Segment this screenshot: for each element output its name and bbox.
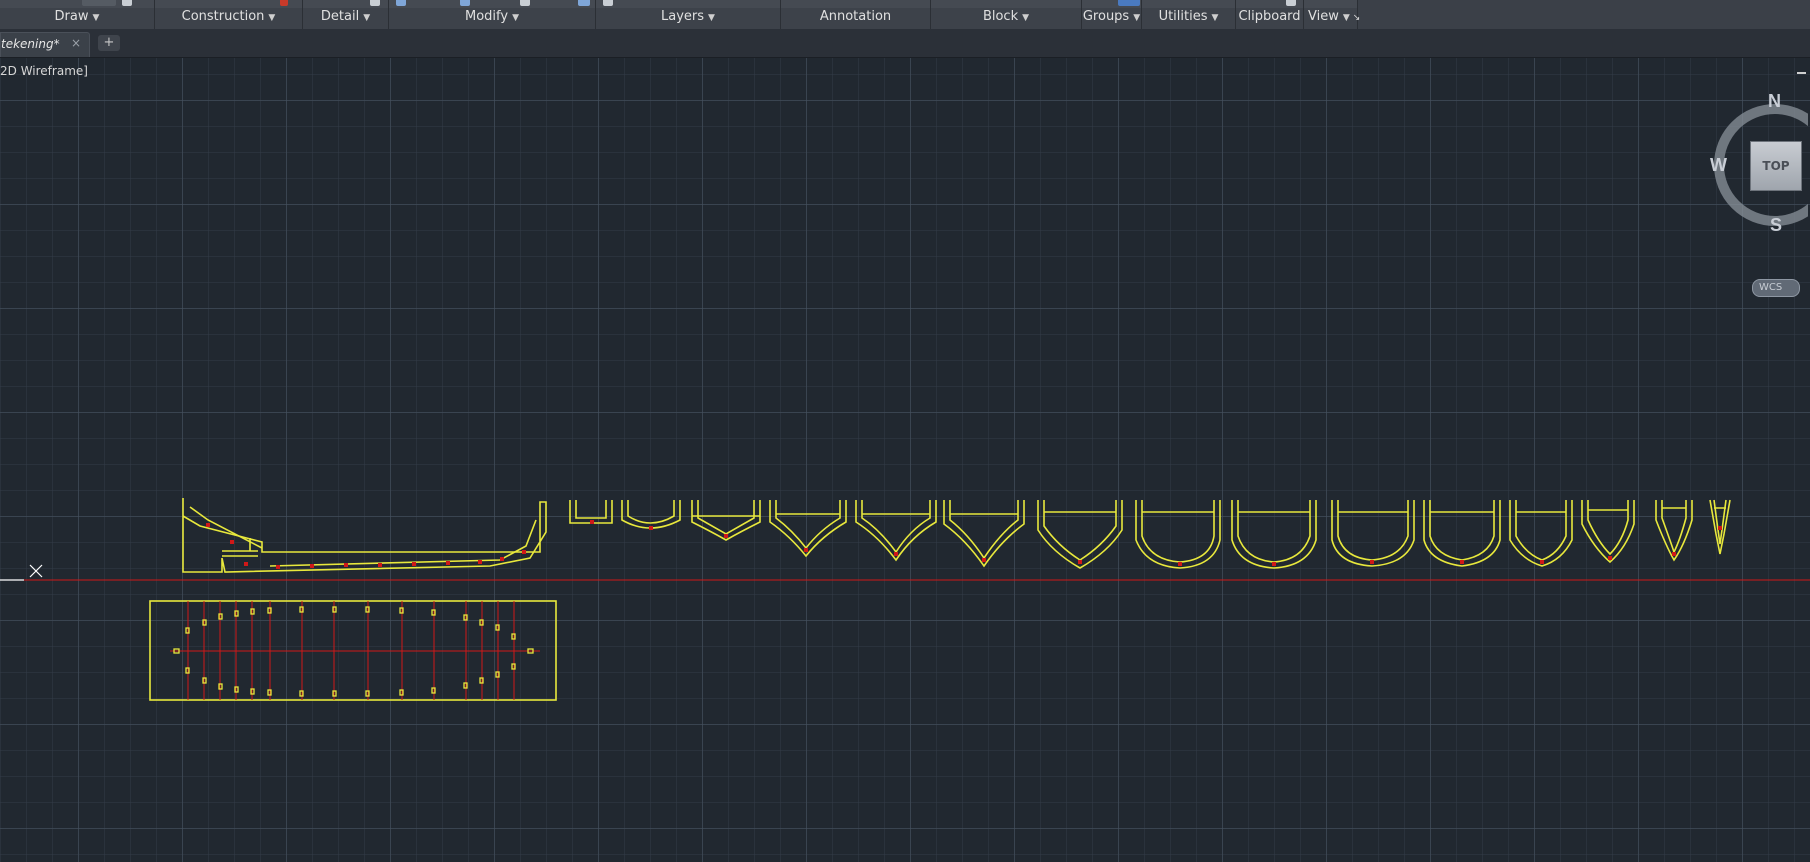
document-tab-label: tekening* — [1, 37, 60, 51]
panel-modify-label: Modify — [465, 9, 509, 24]
tool-icon-stub[interactable] — [370, 0, 380, 6]
wcs-menu-button[interactable]: WCS — [1752, 279, 1800, 297]
tool-icon-stub[interactable] — [520, 0, 530, 6]
viewcube-top-face[interactable]: TOP — [1750, 141, 1802, 191]
tool-icon-stub[interactable] — [82, 0, 116, 6]
panel-block-label: Block — [982, 9, 1019, 24]
ribbon-panel-bar: Draw ▼ Construction ▼ Detail ▼ Modify ▼ Laye… — [0, 0, 1810, 30]
frame-4 — [769, 500, 847, 558]
chevron-down-icon[interactable]: ▼ — [1212, 13, 1219, 23]
tool-icon-stub[interactable] — [603, 0, 613, 6]
tool-icon-stub[interactable] — [1118, 0, 1140, 6]
tool-icon-stub[interactable] — [122, 0, 132, 6]
panel-groups-label: Groups — [1082, 9, 1130, 24]
frame-1 — [569, 500, 613, 524]
expand-icon[interactable]: ↘ — [1353, 13, 1361, 23]
tool-icon-stub[interactable] — [460, 0, 470, 6]
panel-draw-label: Draw — [54, 9, 89, 24]
panel-block[interactable]: Block ▼ — [931, 0, 1082, 29]
compass-north[interactable]: N — [1768, 91, 1781, 112]
file-tab-bar: tekening* × + — [0, 29, 1810, 58]
chevron-down-icon[interactable]: ▼ — [1343, 13, 1350, 23]
frame-sections — [569, 499, 1731, 569]
panel-view-label: View — [1308, 9, 1339, 24]
frame-10 — [1331, 500, 1415, 567]
tool-icon-stub[interactable] — [396, 0, 406, 6]
close-icon[interactable]: × — [71, 36, 81, 50]
compass-west[interactable]: W — [1710, 155, 1727, 176]
keel-plan-view — [149, 600, 557, 701]
chevron-down-icon[interactable]: ▼ — [363, 13, 370, 23]
frame-6 — [943, 500, 1025, 568]
frame-11 — [1423, 500, 1501, 567]
panel-detail-label: Detail — [320, 9, 360, 24]
panel-construction-label: Construction — [181, 9, 265, 24]
panel-annotation-label: Annotation — [819, 9, 892, 24]
hull-side-markers — [206, 523, 526, 569]
chevron-down-icon[interactable]: ▼ — [1022, 13, 1029, 23]
tool-icon-stub[interactable] — [280, 0, 288, 6]
frame-14 — [1655, 500, 1693, 562]
chevron-down-icon[interactable]: ▼ — [1133, 13, 1140, 23]
frame-2 — [621, 500, 681, 529]
panel-layers[interactable]: Layers ▼ — [596, 0, 781, 29]
panel-view[interactable]: View ▼ ↘ — [1304, 0, 1361, 29]
panel-modify[interactable]: Modify ▼ — [389, 0, 596, 29]
panel-clipboard-label: Clipboard — [1238, 9, 1301, 24]
panel-annotation[interactable]: Annotation — [781, 0, 931, 29]
panel-layers-label: Layers — [661, 9, 705, 24]
tool-icon-stub[interactable] — [1286, 0, 1296, 6]
chevron-down-icon[interactable]: ▼ — [268, 13, 275, 23]
drawing-canvas[interactable]: 2D Wireframe] N W S TOP WCS — [0, 58, 1810, 862]
chevron-down-icon[interactable]: ▼ — [93, 13, 100, 23]
frame-9 — [1231, 500, 1317, 569]
hull-side-profile — [182, 498, 547, 573]
chevron-down-icon[interactable]: ▼ — [708, 13, 715, 23]
viewcube[interactable]: N W S TOP WCS — [1708, 91, 1808, 303]
new-tab-button[interactable]: + — [98, 35, 120, 51]
frame-keel-markers — [590, 520, 1722, 566]
tool-icon-stub[interactable] — [578, 0, 590, 6]
document-tab[interactable]: tekening* × — [0, 32, 90, 57]
drawing-geometry — [0, 498, 1810, 701]
frame-7 — [1037, 500, 1123, 569]
frame-12 — [1509, 500, 1573, 567]
compass-south[interactable]: S — [1770, 215, 1782, 236]
panel-utilities[interactable]: Utilities ▼ — [1142, 0, 1236, 29]
panel-utilities-label: Utilities — [1158, 9, 1208, 24]
chevron-down-icon[interactable]: ▼ — [512, 13, 519, 23]
frame-8 — [1135, 500, 1221, 569]
frame-5 — [855, 500, 937, 562]
